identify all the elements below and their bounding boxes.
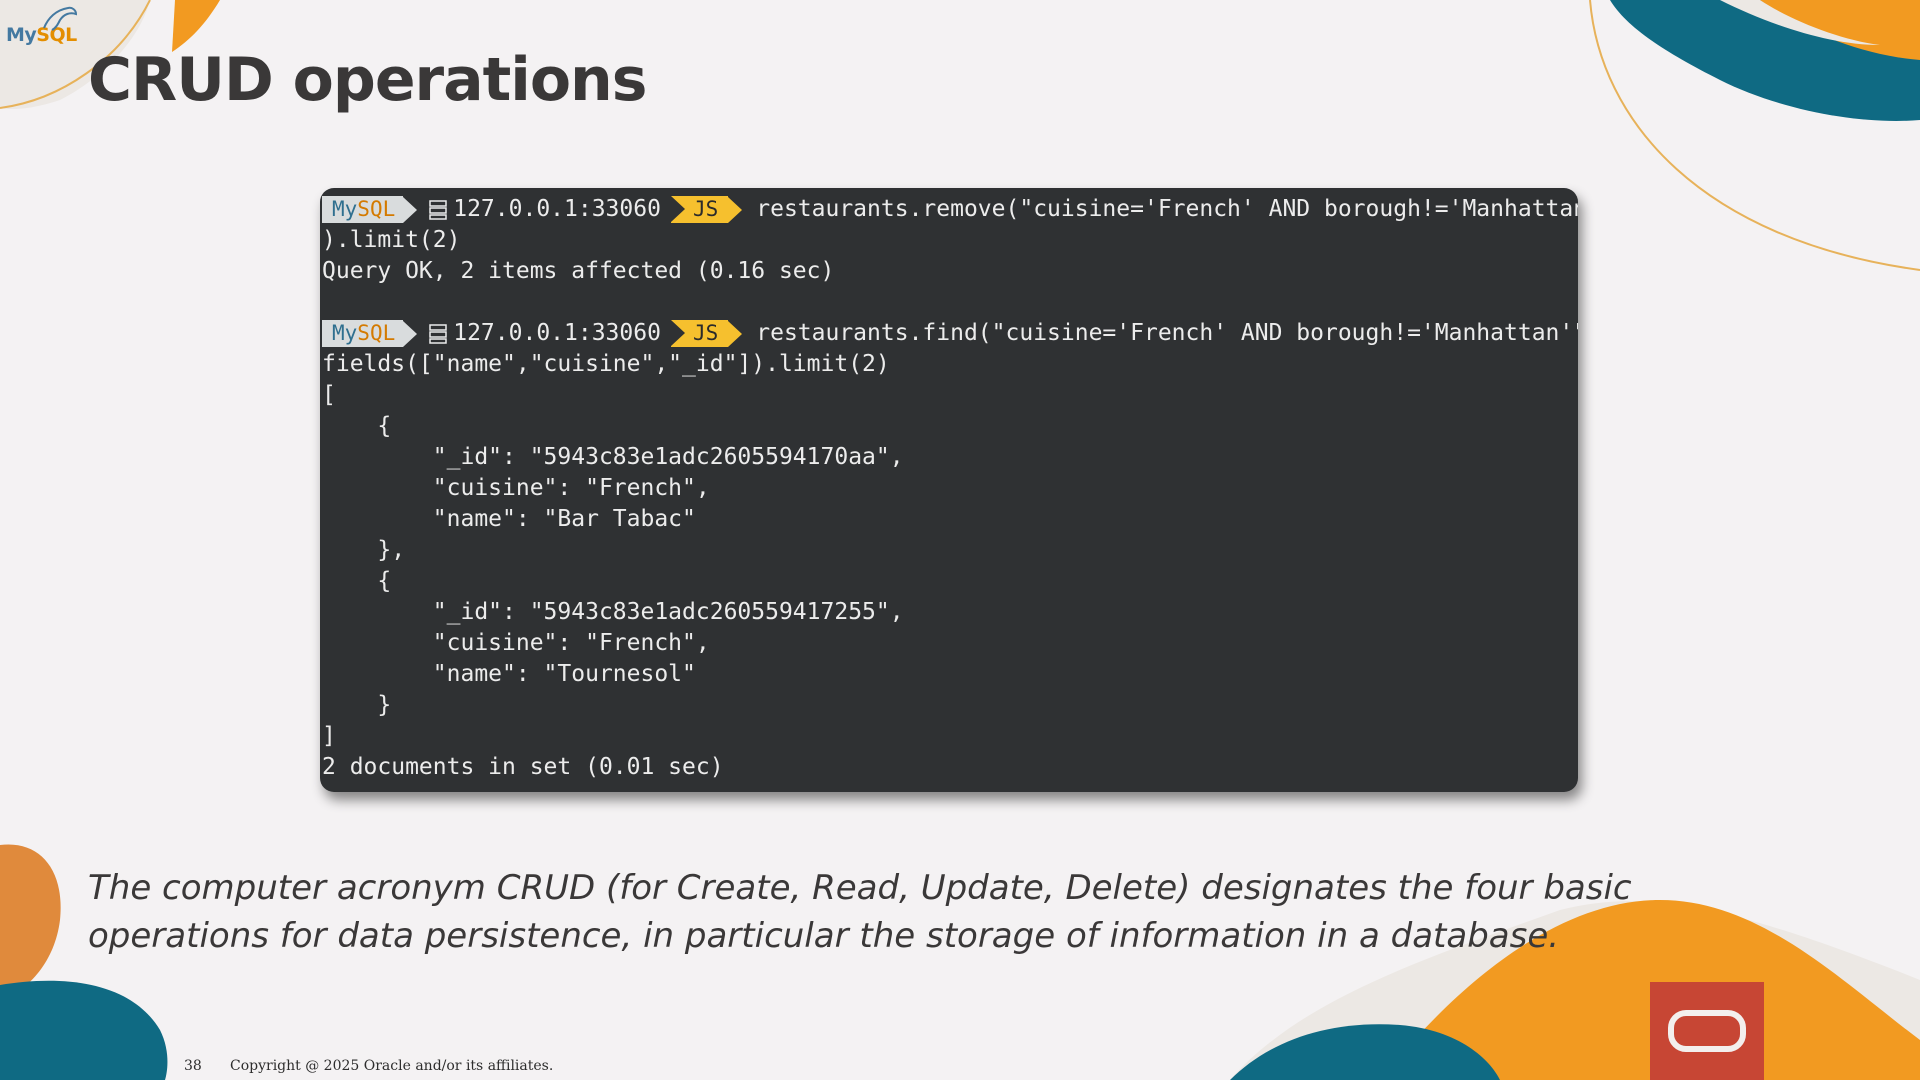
terminal-line: { [322,413,392,439]
prompt-host-segment: 127.0.0.1:33060 [417,318,671,349]
oracle-logo-icon [1650,982,1764,1080]
command-text: restaurants.find("cuisine='French' AND b… [756,320,1578,346]
prompt-mysql-my: My [332,321,358,345]
prompt-mysql-sql: SQL [357,321,396,345]
page-number: 38 [184,1058,202,1074]
terminal-line: "cuisine": "French", [322,630,710,656]
terminal-line: "name": "Bar Tabac" [322,506,696,532]
terminal-line: "name": "Tournesol" [322,661,696,687]
command-line-2: MySQL 127.0.0.1:33060 JS restaurants.find("… [320,318,1578,349]
prompt-mode-segment: JS [670,320,729,347]
server-icon [429,199,447,220]
terminal-line: fields(["name","cuisine","_id"]).limit(2… [322,351,890,377]
slide-caption: The computer acronym CRUD (for Create, R… [88,868,1632,956]
command-line-1: MySQL 127.0.0.1:33060 JS restaurants.remove… [320,194,1578,225]
prompt-mode-segment: JS [670,196,729,223]
prompt-mysql-segment: MySQL [322,196,404,223]
logo-text-my: My [6,24,37,46]
terminal-line: "_id": "5943c83e1adc2605594170aa", [322,444,904,470]
prompt-mode: JS [692,197,719,221]
prompt-mode: JS [692,321,719,345]
dolphin-icon [43,6,78,31]
prompt-host: 127.0.0.1:33060 [453,196,661,222]
terminal-window: MySQL 127.0.0.1:33060 JS restaurants.remove… [320,188,1578,792]
oracle-ring-shape [1668,1010,1746,1052]
terminal-line: } [322,692,392,718]
prompt-mysql-sql: SQL [357,197,396,221]
terminal-line: [ [322,382,336,408]
terminal-line: "_id": "5943c83e1adc260559417255", [322,599,904,625]
terminal-line: 2 documents in set (0.01 sec) [322,754,724,780]
prompt-mysql-segment: MySQL [322,320,404,347]
shell-prompt: MySQL 127.0.0.1:33060 JS [322,194,743,225]
terminal-line: "cuisine": "French", [322,475,710,501]
terminal-line: { [322,568,392,594]
terminal-line: ).limit(2) [322,227,461,253]
server-icon [429,323,447,344]
copyright-notice: Copyright @ 2025 Oracle and/or its affil… [230,1058,554,1074]
prompt-host-segment: 127.0.0.1:33060 [417,194,671,225]
terminal-line: }, [322,537,406,563]
slide-title: CRUD operations [88,45,647,115]
terminal-line: Query OK, 2 items affected (0.16 sec) [322,258,835,284]
shell-prompt: MySQL 127.0.0.1:33060 JS [322,318,743,349]
command-text: restaurants.remove("cuisine='French' AND… [756,196,1578,222]
prompt-mysql-my: My [332,197,358,221]
prompt-host: 127.0.0.1:33060 [453,320,661,346]
mysql-logo: MySQL [6,6,77,46]
terminal-line: ] [322,723,336,749]
